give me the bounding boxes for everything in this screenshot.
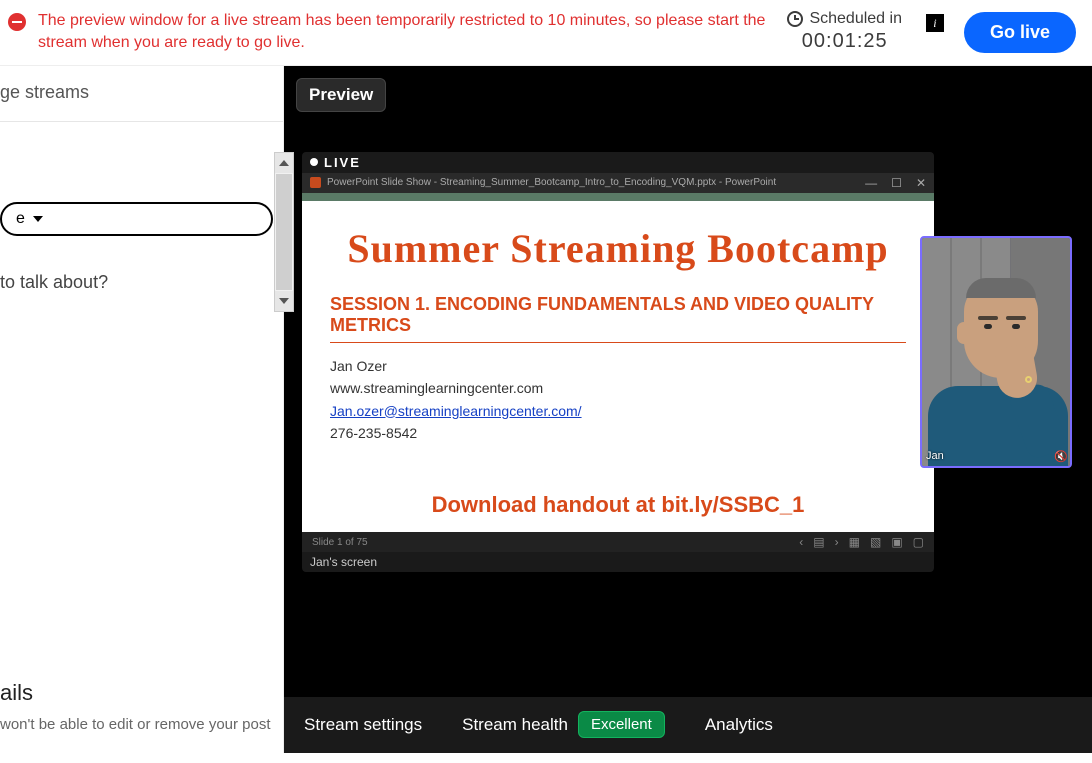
person-brow xyxy=(1006,316,1026,320)
powerpoint-title: PowerPoint Slide Show - Streaming_Summer… xyxy=(327,177,776,188)
person-eye xyxy=(984,324,992,329)
presenter-site: www.streaminglearningcenter.com xyxy=(330,377,906,399)
chevron-down-icon xyxy=(33,216,43,222)
person-ring xyxy=(1025,376,1032,383)
powerpoint-icon xyxy=(310,177,321,188)
scheduled-label: Scheduled in xyxy=(809,10,902,28)
view-normal-icon[interactable]: ▦ xyxy=(849,535,860,549)
next-slide-icon[interactable]: › xyxy=(835,535,839,549)
preview-stage: Preview LIVE PowerPoint Slide Show - Str… xyxy=(284,66,1092,753)
tab-stream-settings[interactable]: Stream settings xyxy=(304,715,422,735)
scroll-up-button[interactable] xyxy=(275,153,293,173)
alert-message: The preview window for a live stream has… xyxy=(38,10,775,55)
presenter-email[interactable]: Jan.ozer@streaminglearningcenter.com/ xyxy=(330,403,582,419)
person-eye xyxy=(1012,324,1020,329)
webcam-name: Jan xyxy=(926,450,944,462)
header-bar: The preview window for a live stream has… xyxy=(0,0,1092,66)
bottom-tabs: Stream settings Stream health Excellent … xyxy=(284,697,1092,753)
alert-icon xyxy=(8,13,26,31)
scrollbar[interactable] xyxy=(274,152,294,312)
streams-title: ge streams xyxy=(0,82,273,103)
window-controls: — ☐ ✕ xyxy=(865,176,926,190)
close-icon[interactable]: ✕ xyxy=(916,176,926,190)
prompt-text: to talk about? xyxy=(0,272,273,293)
maximize-icon[interactable]: ☐ xyxy=(891,176,902,190)
details-heading: ails xyxy=(0,680,273,706)
schedule-info: Scheduled in 00:01:25 xyxy=(787,10,902,53)
view-present-icon[interactable]: ▢ xyxy=(913,535,924,549)
slide-nav-icons: ‹ ▤ › ▦ ▧ ▣ ▢ xyxy=(799,535,924,549)
live-dot-icon xyxy=(310,158,318,166)
powerpoint-titlebar: PowerPoint Slide Show - Streaming_Summer… xyxy=(302,173,934,193)
slide-body: Summer Streaming Bootcamp SESSION 1. ENC… xyxy=(302,201,934,533)
tab-analytics[interactable]: Analytics xyxy=(705,715,773,735)
clock-icon xyxy=(787,11,803,27)
details-hint: won't be able to edit or remove your pos… xyxy=(0,716,273,733)
scheduled-timer: 00:01:25 xyxy=(802,30,888,53)
handout-text: Download handout at bit.ly/SSBC_1 xyxy=(330,492,906,518)
slide-top-band xyxy=(302,193,934,201)
session-header: SESSION 1. ENCODING FUNDAMENTALS AND VID… xyxy=(330,294,906,343)
person-hair xyxy=(966,278,1036,298)
preview-badge: Preview xyxy=(296,78,386,112)
minimize-icon[interactable]: — xyxy=(865,176,877,190)
info-icon[interactable]: i xyxy=(926,14,944,32)
presenter-name: Jan Ozer xyxy=(330,355,906,377)
person-brow xyxy=(978,316,998,320)
go-live-button[interactable]: Go live xyxy=(964,12,1076,53)
webcam-tile[interactable]: Jan 🔇 xyxy=(920,236,1072,468)
powerpoint-footer: Slide 1 of 75 ‹ ▤ › ▦ ▧ ▣ ▢ xyxy=(302,532,934,552)
main-area: ge streams e to talk about? ails won't b… xyxy=(0,66,1092,753)
audio-icon[interactable]: 🔇 xyxy=(1054,450,1066,462)
slide-thumb-icon[interactable]: ▤ xyxy=(813,535,824,549)
shared-screen: LIVE PowerPoint Slide Show - Streaming_S… xyxy=(302,152,934,573)
health-status-badge: Excellent xyxy=(578,711,665,738)
live-badge: LIVE xyxy=(302,152,934,173)
visibility-dropdown[interactable]: e xyxy=(0,202,273,236)
view-sorter-icon[interactable]: ▧ xyxy=(870,535,881,549)
slide-counter: Slide 1 of 75 xyxy=(312,537,368,548)
scroll-thumb[interactable] xyxy=(276,174,292,290)
divider xyxy=(0,121,283,122)
view-reading-icon[interactable]: ▣ xyxy=(891,535,902,549)
share-source-label: Jan's screen xyxy=(302,552,934,572)
presenter-phone: 276-235-8542 xyxy=(330,422,906,444)
prev-slide-icon[interactable]: ‹ xyxy=(799,535,803,549)
slide-title: Summer Streaming Bootcamp xyxy=(330,225,906,272)
dropdown-label: e xyxy=(16,210,25,228)
sidebar: ge streams e to talk about? ails won't b… xyxy=(0,66,284,753)
tab-stream-health[interactable]: Stream health Excellent xyxy=(462,711,665,738)
scroll-down-button[interactable] xyxy=(275,291,293,311)
presenter-block: Jan Ozer www.streaminglearningcenter.com… xyxy=(330,355,906,445)
